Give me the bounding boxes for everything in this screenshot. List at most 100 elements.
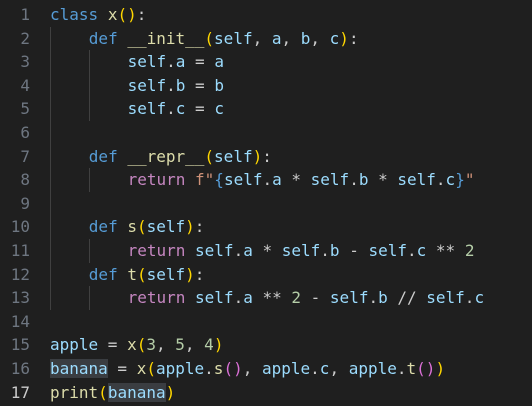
identifier: b (300, 28, 311, 48)
comma: , (281, 28, 301, 48)
code-text[interactable]: def t(self): (89, 263, 205, 287)
line-number: 10 (10, 217, 30, 237)
code-text[interactable]: def s(self): (89, 215, 205, 239)
identifier: self (223, 170, 263, 190)
dot: . (320, 240, 330, 260)
code-line[interactable]: 8 return f"{self.a * self.b * self.c}" (0, 168, 532, 192)
identifier: c (474, 288, 485, 308)
function-name: s (127, 217, 137, 237)
dot: . (233, 288, 244, 308)
code-text[interactable]: def __init__(self, a, b, c): (89, 27, 359, 51)
code-line[interactable]: 6 (0, 120, 532, 145)
code-text[interactable]: self.c = c (128, 97, 224, 121)
paren: ) (425, 358, 436, 378)
number-literal: 2 (291, 288, 302, 308)
number-literal: 3 (146, 335, 156, 355)
code-line[interactable]: 7 def __repr__(self): (0, 144, 532, 169)
dot: . (204, 358, 214, 378)
code-line[interactable]: 5 self.c = c (0, 97, 532, 121)
line-number: 1 (20, 5, 30, 24)
code-line[interactable]: 13 return self.a ** 2 - self.b // self.c (0, 286, 532, 310)
operator: * (281, 170, 311, 190)
line-number: 12 (10, 264, 30, 284)
dot: . (233, 240, 244, 260)
code-text[interactable]: self.a = a (128, 50, 224, 74)
paren: ) (185, 217, 195, 237)
comma: , (156, 335, 176, 355)
paren: ) (185, 264, 195, 284)
identifier: self (214, 146, 253, 166)
operator: * (252, 240, 282, 260)
indent-guide (89, 238, 90, 263)
indent-guide (50, 286, 51, 310)
dot: . (262, 170, 273, 190)
paren: ) (233, 358, 243, 378)
code-text[interactable]: self.b = b (128, 74, 224, 98)
operator: - (339, 240, 369, 260)
paren: ( (204, 28, 215, 48)
indent-guide (50, 144, 51, 169)
code-text[interactable]: return self.a ** 2 - self.b // self.c (128, 286, 484, 310)
indent-guide (50, 168, 51, 192)
code-line[interactable]: 17 print(banana) (0, 381, 532, 405)
code-text[interactable]: class x(): (50, 3, 146, 27)
indent-guide (50, 215, 51, 239)
comma: , (310, 28, 330, 48)
identifier: self (195, 288, 234, 308)
paren: ( (98, 382, 108, 402)
code-text[interactable]: banana = x(apple.s(), apple.c, apple.t()… (50, 357, 445, 381)
identifier: a (243, 240, 253, 260)
code-text[interactable]: return self.a * self.b - self.c ** 2 (128, 239, 475, 263)
code-line[interactable]: 10 def s(self): (0, 215, 532, 239)
identifier: apple (50, 335, 99, 355)
identifier: self (127, 52, 167, 72)
line-number: 16 (10, 358, 30, 378)
paren: ( (146, 358, 156, 378)
code-line[interactable]: 9 (0, 191, 532, 216)
colon: : (194, 264, 205, 284)
code-line[interactable]: 14 (0, 310, 532, 334)
line-number: 11 (10, 240, 30, 260)
code-text[interactable]: apple = x(3, 5, 4) (50, 333, 223, 357)
code-text[interactable]: return f"{self.a * self.b * self.c}" (128, 168, 475, 192)
paren: ( (136, 264, 147, 284)
paren: ( (136, 335, 147, 355)
function-name: s (213, 358, 224, 378)
keyword: return (127, 288, 186, 308)
comma: , (184, 335, 205, 355)
paren: ( (136, 217, 147, 237)
colon: : (262, 146, 272, 166)
dot: . (464, 288, 475, 308)
dot: . (310, 358, 320, 378)
identifier: b (329, 240, 340, 260)
code-line[interactable]: 12 def t(self): (0, 262, 532, 287)
code-text[interactable]: def __repr__(self): (89, 145, 272, 169)
code-editor[interactable]: 1 class x(): 2 def __init__(self, a, b, c):… (0, 3, 532, 406)
keyword: return (127, 170, 186, 190)
line-number: 3 (20, 52, 30, 72)
identifier: banana (50, 358, 108, 378)
code-line[interactable]: 1 class x(): (0, 3, 532, 27)
identifier: c (329, 28, 340, 48)
code-line[interactable]: 15 apple = x(3, 5, 4) (0, 333, 532, 357)
function-name: __repr__ (127, 146, 205, 166)
code-line[interactable]: 4 self.b = b (0, 73, 532, 98)
code-text[interactable]: print(banana) (50, 381, 175, 405)
paren: ( (223, 358, 234, 378)
comma: , (329, 358, 349, 378)
code-line[interactable]: 3 self.a = a (0, 50, 532, 74)
operator: ** (252, 288, 292, 308)
line-number: 7 (20, 146, 30, 166)
dot: . (166, 99, 176, 119)
identifier: self (146, 264, 186, 284)
paren: ) (213, 335, 224, 355)
code-line[interactable]: 16 banana = x(apple.s(), apple.c, apple.t… (0, 357, 532, 381)
dot: . (349, 170, 359, 190)
brace: { (214, 170, 224, 190)
code-line[interactable]: 2 def __init__(self, a, b, c): (0, 26, 532, 51)
code-line[interactable]: 11 return self.a * self.b - self.c ** 2 (0, 238, 532, 263)
